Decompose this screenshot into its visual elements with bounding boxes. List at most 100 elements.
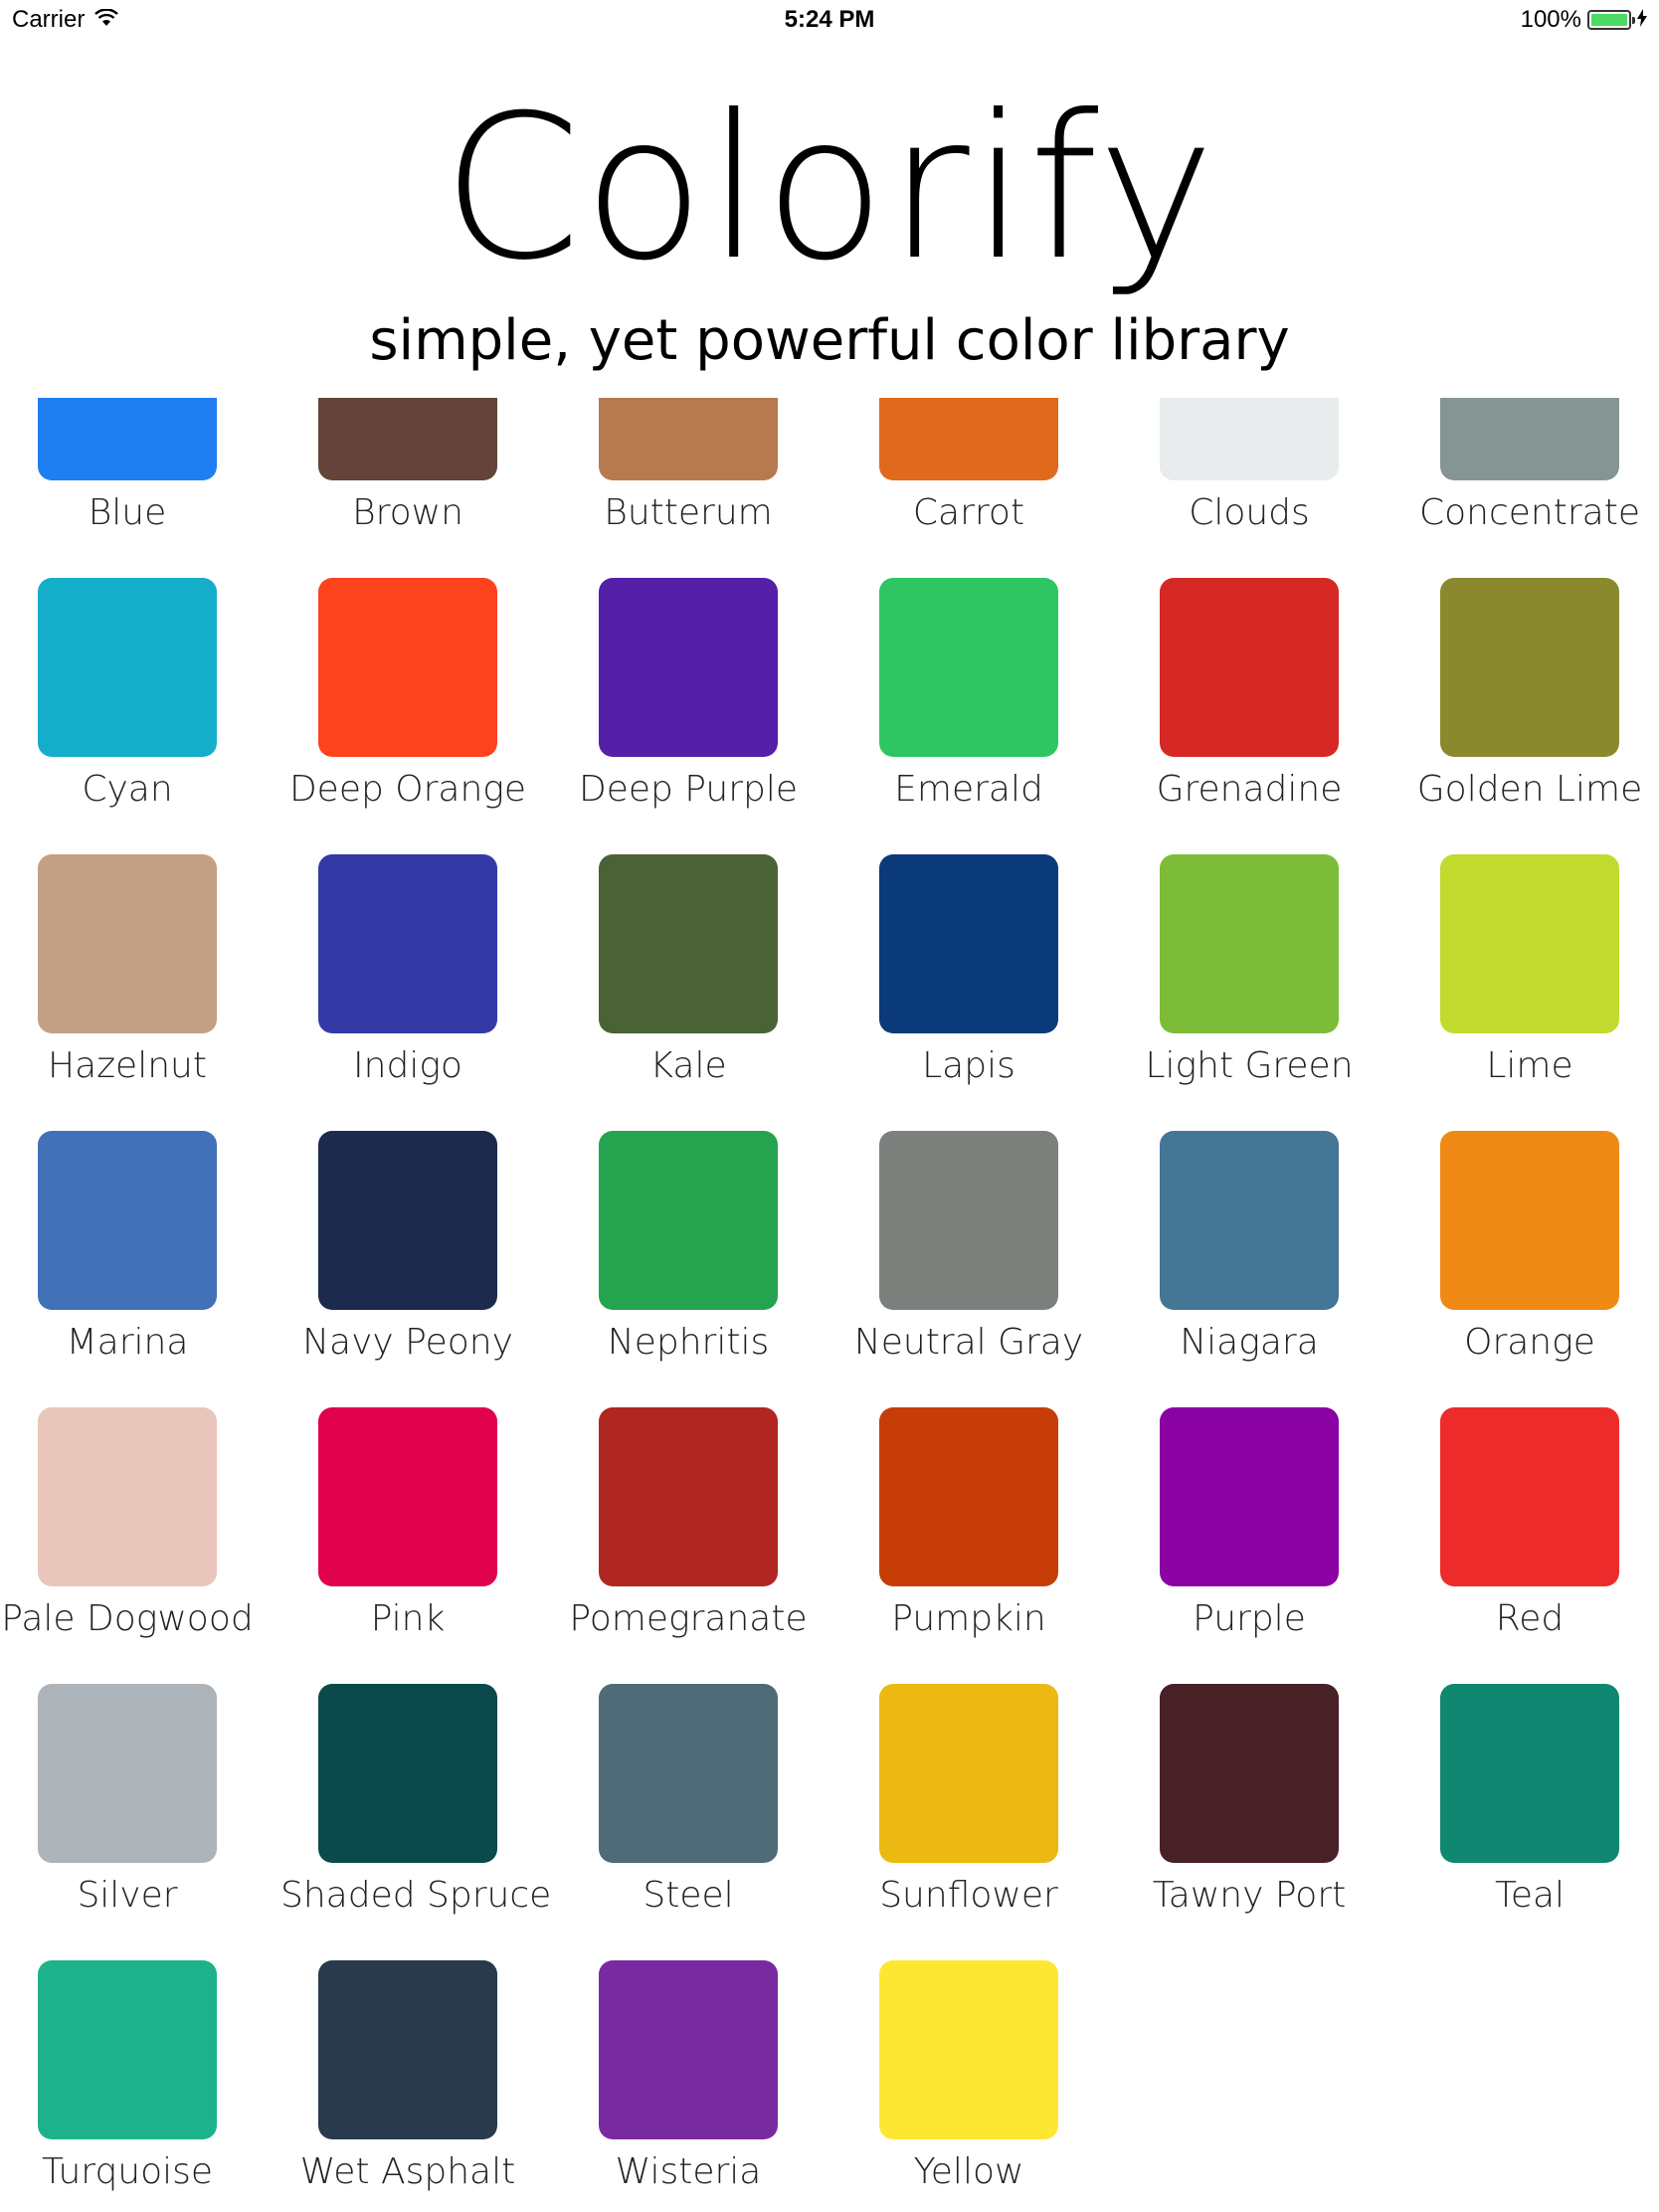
app-subtitle: simple, yet powerful color library	[369, 308, 1290, 373]
color-cell[interactable]: Navy Peony	[280, 1131, 561, 1407]
color-label: Silver	[77, 1875, 178, 1916]
color-label: Yellow	[913, 2151, 1024, 2192]
color-swatch[interactable]	[599, 578, 778, 757]
color-cell[interactable]: Blue	[0, 398, 280, 578]
color-swatch[interactable]	[318, 854, 497, 1033]
color-cell[interactable]: Concentrate	[1402, 398, 1659, 578]
color-swatch[interactable]	[38, 398, 217, 480]
color-cell[interactable]: Pink	[280, 1407, 561, 1684]
color-swatch[interactable]	[1440, 1407, 1619, 1586]
color-cell[interactable]: Deep Purple	[561, 578, 841, 854]
color-swatch[interactable]	[1160, 1131, 1339, 1310]
status-bar: Carrier 5:24 PM 100%	[0, 0, 1659, 40]
color-label: Indigo	[353, 1045, 462, 1086]
color-cell[interactable]: Lapis	[841, 854, 1122, 1131]
color-label: Emerald	[894, 769, 1043, 810]
color-cell[interactable]: Purple	[1122, 1407, 1402, 1684]
color-swatch[interactable]	[879, 1131, 1058, 1310]
color-swatch[interactable]	[1160, 1407, 1339, 1586]
color-label: Cyan	[82, 769, 173, 810]
color-label: Hazelnut	[48, 1045, 207, 1086]
color-cell[interactable]: Wisteria	[561, 1960, 841, 2212]
color-swatch[interactable]	[599, 1407, 778, 1586]
color-swatch[interactable]	[38, 1407, 217, 1586]
color-label: Shaded Spruce	[280, 1875, 552, 1916]
color-swatch[interactable]	[879, 1407, 1058, 1586]
color-cell[interactable]: Lime	[1402, 854, 1659, 1131]
color-swatch[interactable]	[879, 854, 1058, 1033]
color-cell[interactable]: Orange	[1402, 1131, 1659, 1407]
status-time: 5:24 PM	[784, 6, 875, 33]
color-swatch[interactable]	[38, 1131, 217, 1310]
color-cell[interactable]: Brown	[280, 398, 561, 578]
color-swatch[interactable]	[1160, 1684, 1339, 1863]
color-cell[interactable]: Marina	[0, 1131, 280, 1407]
color-label: Grenadine	[1156, 769, 1343, 810]
color-cell[interactable]: Niagara	[1122, 1131, 1402, 1407]
color-label: Nephritis	[607, 1322, 770, 1363]
color-cell[interactable]: Turquoise	[0, 1960, 280, 2212]
color-cell[interactable]: Pomegranate	[561, 1407, 841, 1684]
color-swatch[interactable]	[1160, 578, 1339, 757]
color-swatch[interactable]	[879, 1960, 1058, 2139]
color-cell[interactable]: Nephritis	[561, 1131, 841, 1407]
color-label: Carrot	[912, 492, 1025, 533]
color-cell[interactable]: Sunflower	[841, 1684, 1122, 1960]
color-swatch[interactable]	[599, 1684, 778, 1863]
color-cell[interactable]: Wet Asphalt	[280, 1960, 561, 2212]
color-cell[interactable]: Tawny Port	[1122, 1684, 1402, 1960]
color-grid-viewport[interactable]: Blue Brown Butterum Carrot Clouds Concentrate…	[0, 398, 1659, 2212]
color-swatch[interactable]	[1160, 854, 1339, 1033]
color-cell[interactable]: Grenadine	[1122, 578, 1402, 854]
color-swatch[interactable]	[318, 578, 497, 757]
color-swatch[interactable]	[318, 398, 497, 480]
color-cell[interactable]: Teal	[1402, 1684, 1659, 1960]
color-label: Purple	[1193, 1598, 1306, 1639]
color-cell[interactable]: Kale	[561, 854, 841, 1131]
color-swatch[interactable]	[1440, 578, 1619, 757]
color-cell[interactable]: Neutral Gray	[841, 1131, 1122, 1407]
color-swatch[interactable]	[38, 1684, 217, 1863]
color-swatch[interactable]	[1440, 1684, 1619, 1863]
color-swatch[interactable]	[318, 1960, 497, 2139]
color-swatch[interactable]	[1160, 398, 1339, 480]
color-cell[interactable]: Yellow	[841, 1960, 1122, 2212]
color-cell[interactable]: Steel	[561, 1684, 841, 1960]
color-cell[interactable]: Golden Lime	[1402, 578, 1659, 854]
color-swatch[interactable]	[318, 1131, 497, 1310]
color-swatch[interactable]	[599, 1960, 778, 2139]
color-swatch[interactable]	[599, 1131, 778, 1310]
color-swatch[interactable]	[38, 1960, 217, 2139]
charging-icon	[1637, 6, 1647, 34]
color-cell[interactable]: Hazelnut	[0, 854, 280, 1131]
color-swatch[interactable]	[38, 854, 217, 1033]
color-swatch[interactable]	[318, 1407, 497, 1586]
color-cell[interactable]: Butterum	[561, 398, 841, 578]
color-label: Brown	[352, 492, 463, 533]
color-cell[interactable]: Carrot	[841, 398, 1122, 578]
color-swatch[interactable]	[879, 578, 1058, 757]
color-cell[interactable]: Light Green	[1122, 854, 1402, 1131]
color-swatch[interactable]	[599, 398, 778, 480]
color-cell[interactable]: Indigo	[280, 854, 561, 1131]
color-swatch[interactable]	[1440, 398, 1619, 480]
color-cell[interactable]: Silver	[0, 1684, 280, 1960]
color-label: Pomegranate	[569, 1598, 808, 1639]
color-label: Clouds	[1189, 492, 1310, 533]
color-cell[interactable]: Pumpkin	[841, 1407, 1122, 1684]
color-cell[interactable]: Red	[1402, 1407, 1659, 1684]
color-cell[interactable]: Emerald	[841, 578, 1122, 854]
color-swatch[interactable]	[318, 1684, 497, 1863]
color-swatch[interactable]	[38, 578, 217, 757]
color-cell[interactable]: Clouds	[1122, 398, 1402, 578]
color-swatch[interactable]	[1440, 854, 1619, 1033]
color-swatch[interactable]	[1440, 1131, 1619, 1310]
color-swatch[interactable]	[879, 398, 1058, 480]
color-cell[interactable]: Pale Dogwood	[0, 1407, 280, 1684]
color-cell[interactable]: Deep Orange	[280, 578, 561, 854]
color-swatch[interactable]	[599, 854, 778, 1033]
color-label: Sunflower	[879, 1875, 1058, 1916]
color-swatch[interactable]	[879, 1684, 1058, 1863]
color-cell[interactable]: Shaded Spruce	[280, 1684, 561, 1960]
color-cell[interactable]: Cyan	[0, 578, 280, 854]
